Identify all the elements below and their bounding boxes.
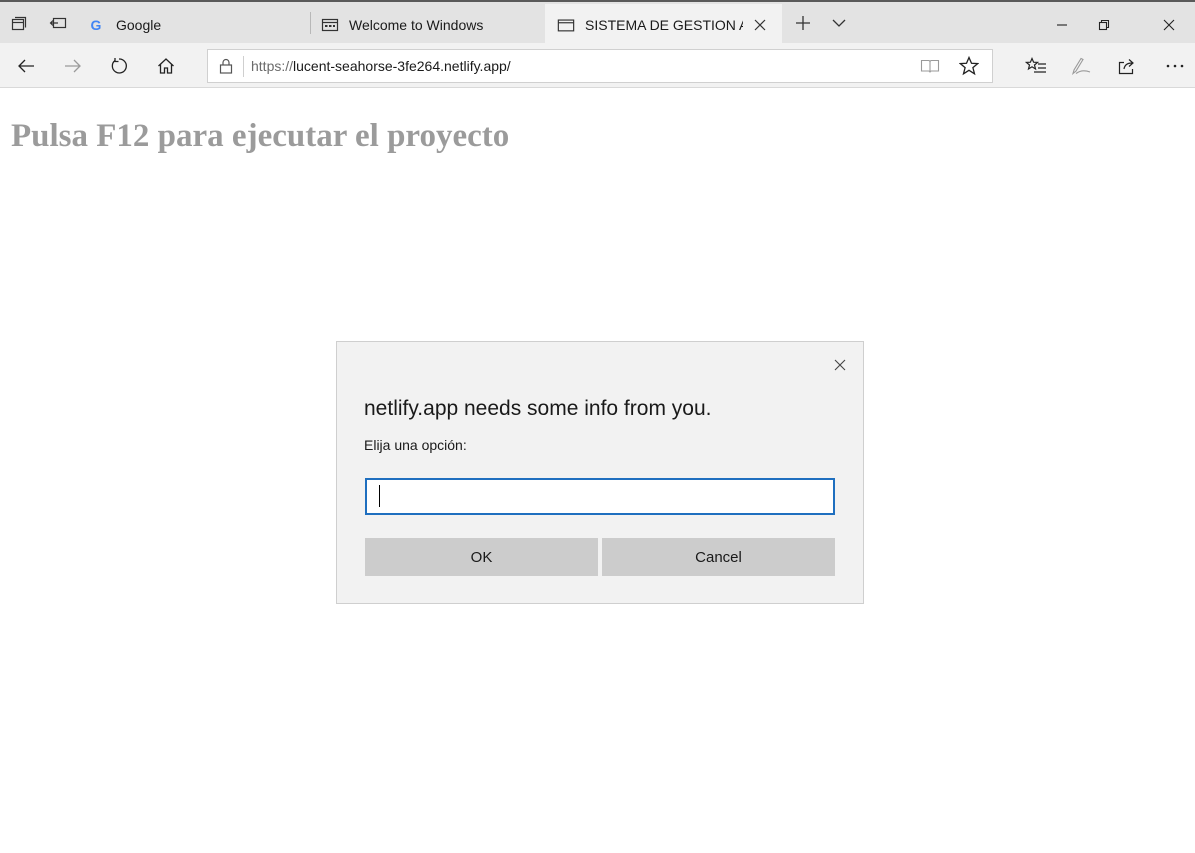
window-icon: [321, 16, 339, 34]
navigation-bar: https://lucent-seahorse-3fe264.netlify.a…: [0, 43, 1195, 88]
close-window-icon[interactable]: [1146, 4, 1192, 45]
url-host: lucent-seahorse-3fe264.netlify.app/: [293, 58, 511, 74]
refresh-icon[interactable]: [104, 51, 134, 81]
page-content: Pulsa F12 para ejecutar el proyecto netl…: [0, 88, 1195, 853]
forward-icon[interactable]: [58, 51, 88, 81]
lock-icon[interactable]: [219, 58, 233, 79]
set-tabs-aside-icon[interactable]: [47, 12, 69, 34]
prompt-input[interactable]: [365, 478, 835, 515]
url-text[interactable]: https://lucent-seahorse-3fe264.netlify.a…: [251, 58, 511, 74]
dialog-title: netlify.app needs some info from you.: [364, 397, 712, 420]
ok-button[interactable]: OK: [365, 538, 598, 576]
favorites-hub-icon[interactable]: [1021, 51, 1051, 81]
back-icon[interactable]: [11, 51, 41, 81]
tab-label: SISTEMA DE GESTION A: [585, 16, 743, 33]
new-tab-icon[interactable]: [791, 12, 815, 34]
tab-groups-icon[interactable]: [8, 12, 30, 34]
chevron-down-icon[interactable]: [828, 12, 850, 34]
google-icon: G: [88, 16, 106, 34]
reading-view-icon[interactable]: [920, 58, 940, 79]
cancel-button[interactable]: Cancel: [602, 538, 835, 576]
page-heading: Pulsa F12 para ejecutar el proyecto: [11, 118, 510, 154]
tab-label: Google: [116, 16, 162, 33]
pen-icon[interactable]: [1066, 51, 1096, 81]
tab-sistema-de-gestion[interactable]: SISTEMA DE GESTION A: [545, 4, 782, 45]
minimize-icon[interactable]: [1039, 4, 1085, 45]
address-bar[interactable]: https://lucent-seahorse-3fe264.netlify.a…: [207, 49, 993, 83]
close-tab-icon[interactable]: [751, 16, 769, 34]
share-icon[interactable]: [1112, 51, 1142, 81]
tab-welcome-to-windows[interactable]: Welcome to Windows: [311, 4, 544, 45]
home-icon[interactable]: [151, 51, 181, 81]
close-icon[interactable]: [830, 355, 850, 375]
restore-icon[interactable]: [1081, 4, 1127, 45]
tab-label: Welcome to Windows: [349, 16, 484, 33]
svg-text:G: G: [91, 17, 102, 33]
tab-bar: G Google Welcome to Windows SISTEMA DE G…: [0, 0, 1195, 45]
favorite-star-icon[interactable]: [958, 55, 980, 81]
address-divider: [243, 56, 244, 77]
prompt-dialog: netlify.app needs some info from you. El…: [336, 341, 864, 604]
url-scheme: https://: [251, 58, 294, 74]
dialog-message: Elija una opción:: [364, 437, 467, 453]
browser-tab-icon: [557, 16, 575, 34]
text-caret: [379, 485, 380, 507]
more-options-icon[interactable]: [1160, 51, 1190, 81]
tab-google[interactable]: G Google: [80, 4, 308, 45]
